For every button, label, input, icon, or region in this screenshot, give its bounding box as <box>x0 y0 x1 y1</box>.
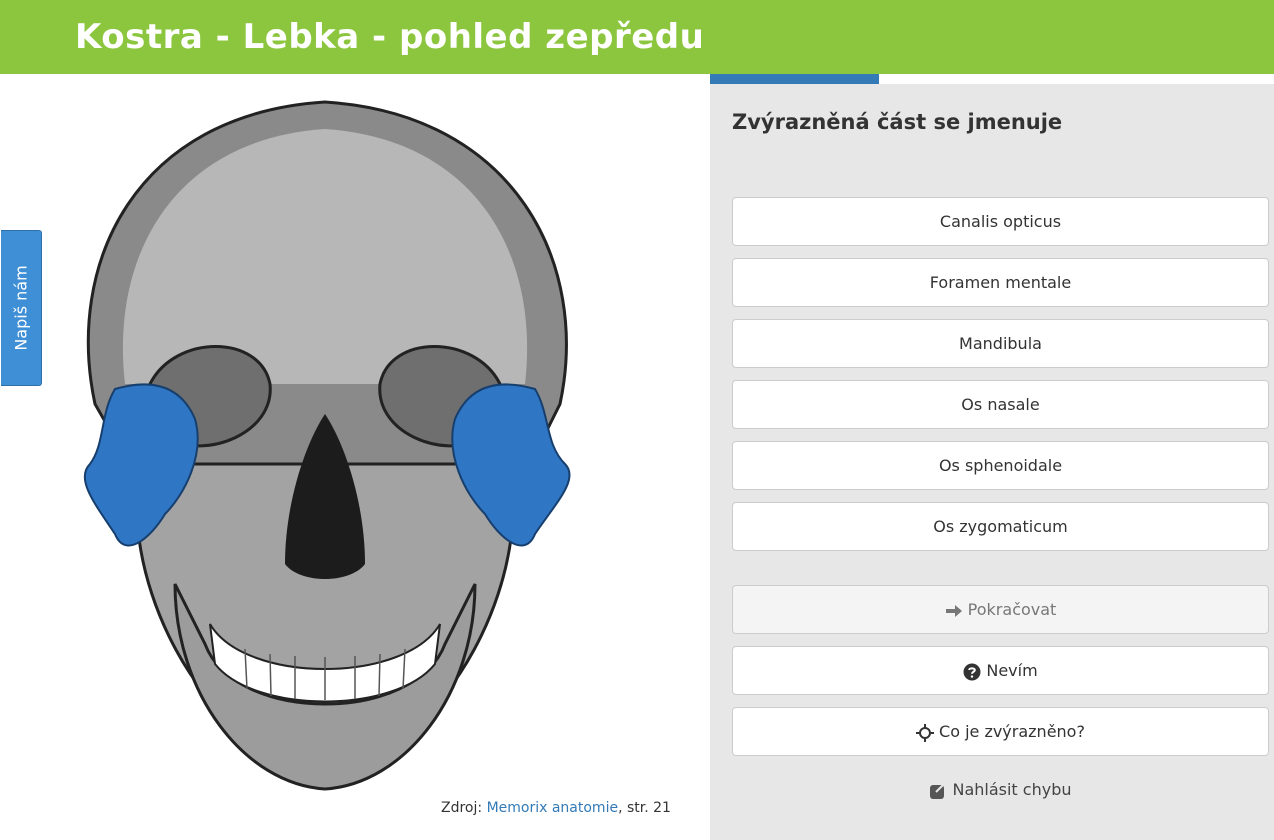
report-error-link[interactable]: Nahlásit chybu <box>732 780 1269 800</box>
answer-list: Canalis opticus Foramen mentale Mandibul… <box>732 197 1269 563</box>
answer-button[interactable]: Canalis opticus <box>732 197 1269 246</box>
report-error-label: Nahlásit chybu <box>952 780 1072 799</box>
answer-button[interactable]: Mandibula <box>732 319 1269 368</box>
answer-button[interactable]: Os nasale <box>732 380 1269 429</box>
feedback-tab-label: Napiš nám <box>11 265 31 351</box>
progress-fill <box>710 74 880 84</box>
header-bar: Kostra - Lebka - pohled zepředu <box>0 0 1274 74</box>
dont-know-label: Nevím <box>986 661 1038 680</box>
feedback-tab[interactable]: Napiš nám <box>1 230 42 386</box>
skull-illustration <box>83 100 571 791</box>
crosshair-icon <box>916 723 935 742</box>
show-highlighted-label: Co je zvýrazněno? <box>939 722 1085 741</box>
progress-bar <box>710 74 1274 84</box>
action-buttons: Pokračovat Nevím Co je zvýrazněno? <box>732 585 1269 768</box>
external-link-icon <box>930 782 947 799</box>
show-highlighted-button[interactable]: Co je zvýrazněno? <box>732 707 1269 756</box>
answer-button[interactable]: Foramen mentale <box>732 258 1269 307</box>
source-suffix: , str. 21 <box>618 800 671 816</box>
quiz-panel: Zvýrazněná část se jmenuje Canalis optic… <box>710 74 1274 840</box>
answer-button[interactable]: Os zygomaticum <box>732 502 1269 551</box>
image-panel: Zdroj: Memorix anatomie, str. 21 <box>0 74 710 840</box>
continue-button[interactable]: Pokračovat <box>732 585 1269 634</box>
question-text: Zvýrazněná část se jmenuje <box>732 110 1063 134</box>
source-link[interactable]: Memorix anatomie <box>487 800 619 816</box>
dont-know-button[interactable]: Nevím <box>732 646 1269 695</box>
image-source: Zdroj: Memorix anatomie, str. 21 <box>441 800 671 816</box>
continue-label: Pokračovat <box>967 600 1057 619</box>
page-title: Kostra - Lebka - pohled zepředu <box>75 17 705 57</box>
source-prefix: Zdroj: <box>441 800 487 816</box>
answer-button[interactable]: Os sphenoidale <box>732 441 1269 490</box>
question-circle-icon <box>963 663 981 680</box>
arrow-right-icon <box>945 604 962 617</box>
